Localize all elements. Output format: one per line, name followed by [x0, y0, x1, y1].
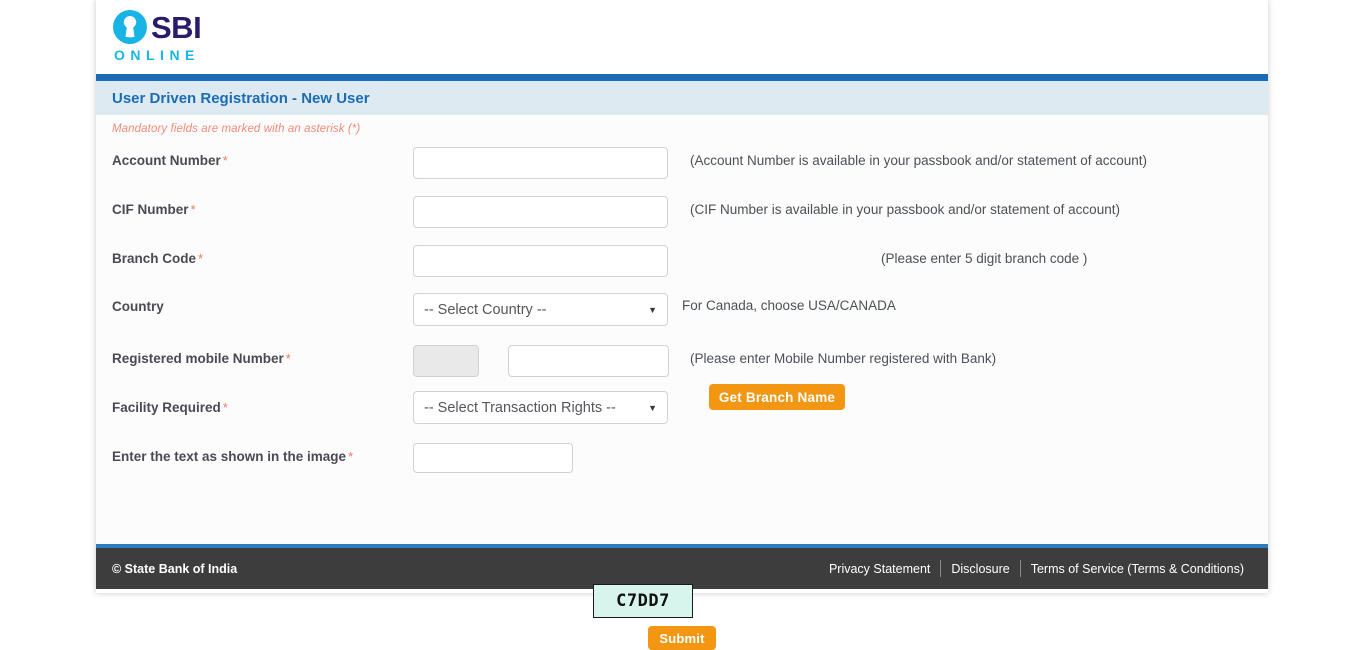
- label-mobile-number: Registered mobile Number *: [112, 351, 291, 366]
- label-country: Country: [112, 299, 164, 314]
- cif-number-input[interactable]: [413, 196, 668, 228]
- required-asterisk: *: [190, 202, 196, 217]
- label-branch-code: Branch Code *: [112, 251, 204, 266]
- required-asterisk: *: [348, 449, 354, 464]
- required-asterisk: *: [222, 400, 228, 415]
- mobile-number-input[interactable]: [508, 345, 669, 377]
- footer-links: Privacy Statement Disclosure Terms of Se…: [819, 560, 1254, 577]
- required-asterisk: *: [222, 153, 228, 168]
- required-asterisk: *: [285, 351, 291, 366]
- logo-tagline: ONLINE: [114, 47, 200, 63]
- logo-wordmark: SBI: [151, 9, 202, 45]
- required-asterisk: *: [198, 251, 204, 266]
- branch-code-input[interactable]: [413, 245, 668, 277]
- captcha-image: C7DD7: [593, 584, 693, 618]
- account-number-input[interactable]: [413, 147, 668, 179]
- mobile-country-code-input[interactable]: [413, 345, 479, 377]
- country-select[interactable]: -- Select Country -- ▼: [413, 293, 668, 326]
- footer-link-terms-of-service[interactable]: Terms of Service (Terms & Conditions): [1021, 562, 1254, 576]
- captcha-input[interactable]: [413, 443, 573, 473]
- registration-page: SBI ONLINE User Driven Registration - Ne…: [96, 0, 1268, 650]
- facility-required-select[interactable]: -- Select Transaction Rights -- ▼: [413, 391, 668, 424]
- page-header: SBI ONLINE: [96, 0, 1268, 74]
- hint-cif-number: (CIF Number is available in your passboo…: [690, 202, 1120, 217]
- label-facility-required: Facility Required *: [112, 400, 228, 415]
- get-branch-name-button[interactable]: Get Branch Name: [709, 384, 845, 410]
- logo-row: SBI: [112, 8, 224, 46]
- hint-account-number: (Account Number is available in your pas…: [690, 153, 1147, 168]
- country-select-value: -- Select Country --: [424, 301, 547, 318]
- chevron-down-icon: ▼: [648, 304, 657, 315]
- label-captcha: Enter the text as shown in the image *: [112, 449, 354, 464]
- hint-mobile-number: (Please enter Mobile Number registered w…: [690, 351, 997, 366]
- chevron-down-icon: ▼: [648, 402, 657, 413]
- page-title-bar: User Driven Registration - New User: [96, 81, 1268, 115]
- sbi-online-logo[interactable]: SBI ONLINE: [112, 8, 224, 64]
- header-accent-rule: [96, 74, 1268, 81]
- footer-link-disclosure[interactable]: Disclosure: [941, 562, 1019, 576]
- submit-button[interactable]: Submit: [648, 626, 716, 650]
- hint-country: For Canada, choose USA/CANADA: [682, 298, 896, 313]
- page-title: User Driven Registration - New User: [112, 89, 370, 107]
- label-cif-number: CIF Number *: [112, 202, 196, 217]
- label-account-number: Account Number *: [112, 153, 228, 168]
- page-footer: © State Bank of India Privacy Statement …: [96, 548, 1268, 589]
- footer-link-privacy-statement[interactable]: Privacy Statement: [819, 562, 940, 576]
- facility-required-select-value: -- Select Transaction Rights --: [424, 399, 616, 416]
- mandatory-note: Mandatory fields are marked with an aste…: [112, 123, 361, 135]
- registration-form: Mandatory fields are marked with an aste…: [96, 115, 1268, 650]
- sbi-keyhole-circle-icon: [112, 9, 148, 45]
- copyright-text: © State Bank of India: [112, 561, 238, 576]
- hint-branch-code: (Please enter 5 digit branch code ): [881, 251, 1088, 266]
